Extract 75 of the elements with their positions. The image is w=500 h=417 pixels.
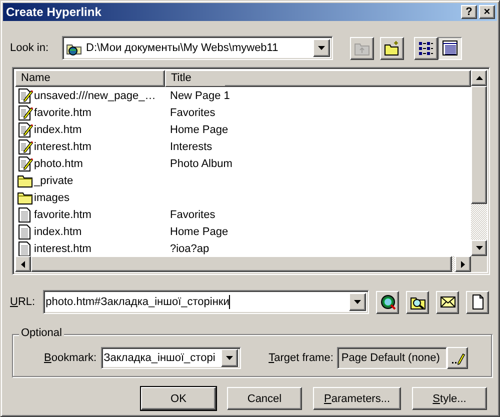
column-header[interactable]: Name xyxy=(15,70,165,87)
file-name[interactable]: interest.htm xyxy=(34,140,92,152)
target-frame-field[interactable]: Page Default (none) xyxy=(337,347,448,369)
blank-page-button[interactable] xyxy=(466,290,489,314)
bookmark-label: Bookmark: xyxy=(44,352,97,364)
scroll-down-arrow-icon xyxy=(476,246,482,250)
new-folder-icon xyxy=(384,40,400,56)
file-title: Interests xyxy=(169,140,212,152)
envelope-icon xyxy=(440,294,456,310)
target-frame-label: Target frame: xyxy=(268,352,334,364)
dropdown-button[interactable] xyxy=(313,39,330,57)
file-title: Favorites xyxy=(169,208,216,220)
list-view-icon xyxy=(418,40,434,56)
file-name[interactable]: images xyxy=(34,192,70,204)
dialog-button[interactable]: OK xyxy=(141,387,216,410)
file-title: ?ioa?ap xyxy=(169,242,210,254)
scroll-up-arrow-icon xyxy=(476,76,482,80)
file-name[interactable]: index.htm xyxy=(34,124,82,136)
file-name[interactable]: _private xyxy=(34,174,74,186)
scrollbar-corner xyxy=(471,256,487,272)
file-title: Home Page xyxy=(169,226,228,238)
file-title: Favorites xyxy=(169,106,216,118)
group-title: Optional xyxy=(19,327,64,339)
dialog-button[interactable]: Style... xyxy=(412,387,487,410)
dialog-button[interactable]: Parameters... xyxy=(313,387,401,410)
scrollbar-thumb[interactable] xyxy=(471,86,487,204)
scroll-left-arrow-icon xyxy=(21,260,25,268)
close-button[interactable]: × xyxy=(479,5,495,19)
file-name[interactable]: unsaved:///new_page_… xyxy=(34,90,156,102)
file-title: Photo Album xyxy=(169,158,232,170)
file-name[interactable]: interest.htm xyxy=(34,242,92,254)
bookmark-dropdown[interactable]: Закладка_іншої_сторі xyxy=(100,347,241,369)
file-title: Home Page xyxy=(169,124,228,136)
file-name[interactable]: favorite.htm xyxy=(34,106,92,118)
dropdown-button[interactable] xyxy=(349,293,366,311)
file-name[interactable]: favorite.htm xyxy=(34,208,92,220)
page-icon xyxy=(17,240,33,256)
vertical-scrollbar[interactable] xyxy=(471,70,487,256)
blank-page-icon xyxy=(470,294,486,310)
folder-search-button[interactable] xyxy=(406,290,429,314)
folder-icon xyxy=(17,190,33,206)
edited-page-icon xyxy=(17,104,33,120)
scroll-right-arrow-icon xyxy=(461,260,465,268)
envelope-button[interactable] xyxy=(436,290,459,314)
dropdown-button[interactable] xyxy=(220,349,238,367)
window-title: Create Hyperlink xyxy=(6,5,102,19)
page-icon xyxy=(17,224,33,240)
details-view-icon xyxy=(442,40,458,56)
new-folder-button[interactable] xyxy=(380,36,404,60)
details-view-button[interactable] xyxy=(438,36,462,60)
look-in-dropdown[interactable]: D:\Мои документы\My Webs\myweb11 xyxy=(62,36,333,60)
look-in-value: D:\Мои документы\My Webs\myweb11 xyxy=(86,42,280,54)
list-view-button[interactable] xyxy=(414,36,438,60)
url-label: URL: xyxy=(10,296,36,308)
edited-page-icon xyxy=(17,156,33,172)
ellipsis-pencil-icon xyxy=(450,351,465,365)
page-icon xyxy=(17,206,33,222)
column-header[interactable]: Title xyxy=(165,70,225,87)
edited-page-icon xyxy=(17,88,33,104)
dropdown-arrow-icon xyxy=(318,46,325,50)
folder-icon xyxy=(17,172,33,188)
globe-search-button[interactable] xyxy=(376,290,399,314)
edited-page-icon xyxy=(17,138,33,154)
target-frame-button[interactable] xyxy=(447,347,468,369)
dialog-button[interactable]: Cancel xyxy=(227,387,302,410)
file-name[interactable]: photo.htm xyxy=(34,158,83,170)
file-name[interactable]: index.htm xyxy=(34,226,82,238)
url-field[interactable]: photo.htm#Закладка_іншої_сторінки xyxy=(42,290,369,314)
dropdown-arrow-icon xyxy=(226,356,233,360)
help-button[interactable]: ? xyxy=(461,5,477,19)
edited-page-icon xyxy=(17,122,33,138)
file-title: New Page 1 xyxy=(169,90,230,102)
look-in-label: Look in: xyxy=(10,42,50,54)
dropdown-arrow-icon xyxy=(354,300,361,304)
globe-search-icon xyxy=(380,294,396,310)
